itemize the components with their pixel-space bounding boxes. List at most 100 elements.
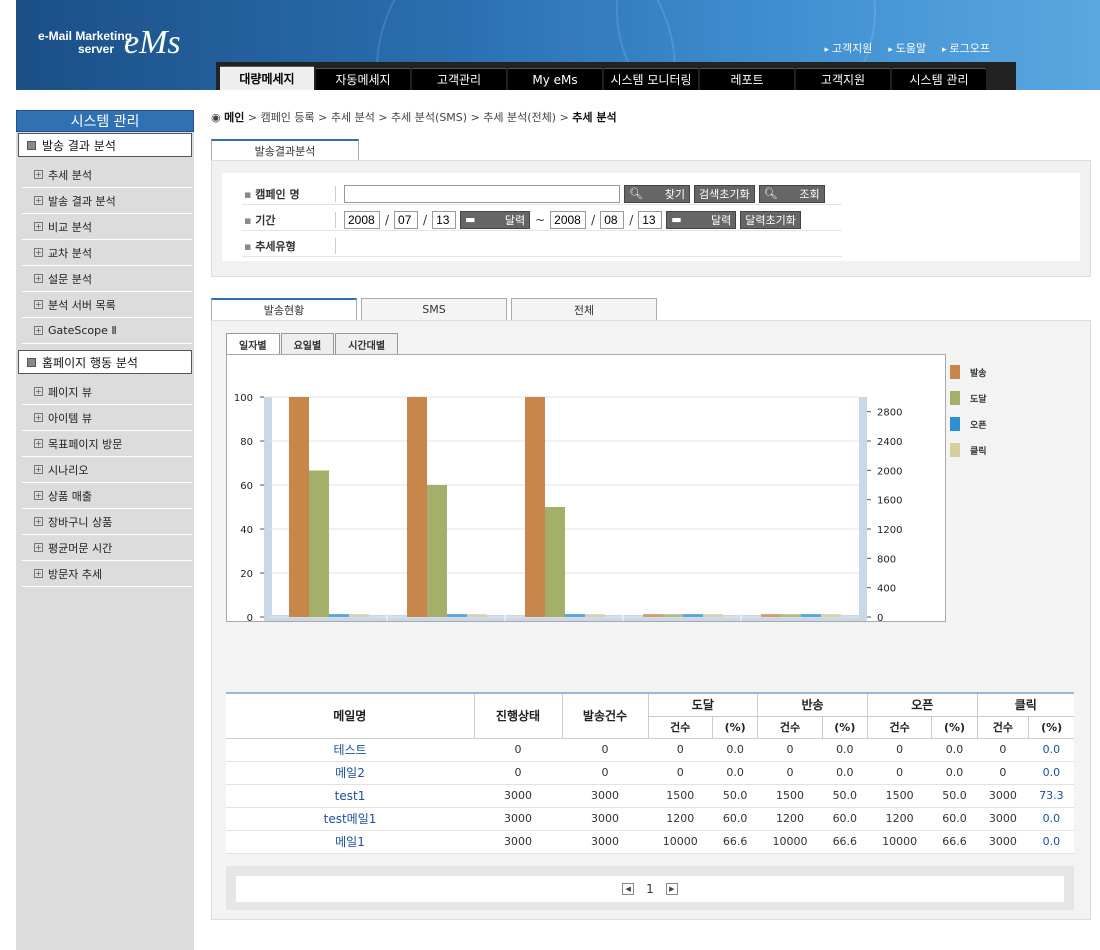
table-row: 메일2 0 0 0 0.0 0 0.0 0 0.0 0 0.0 (226, 761, 1074, 785)
nav-tab-bulk[interactable]: 대량메세지 (220, 66, 314, 90)
sidebar-item-group1-6[interactable]: + GateScope Ⅱ (22, 318, 192, 344)
trend-label: 추세유형 (242, 237, 336, 254)
sidebar-item-group2-5[interactable]: + 장바구니 상품 (22, 509, 192, 535)
sidebar-item-group2-3[interactable]: + 시나리오 (22, 457, 192, 483)
logo[interactable]: e-Mail Marketing server eMs (38, 26, 181, 60)
mail-name-link[interactable]: test메일1 (226, 807, 474, 831)
mail-name-link[interactable]: 메일2 (226, 761, 474, 785)
sidebar-item-group1-5[interactable]: + 분석 서버 목록 (22, 292, 192, 318)
table-cell: 10000 (867, 830, 932, 854)
link-logout[interactable]: 로그오프 (942, 40, 990, 56)
chart-tab-daily[interactable]: 일자별 (226, 333, 280, 355)
from-year-input[interactable] (344, 210, 380, 229)
y-tick-label: 0 (247, 613, 253, 621)
nav-tab-auto[interactable]: 자동메세지 (316, 68, 410, 90)
reset-search-button[interactable]: 검색초기화 (694, 184, 755, 203)
sidebar-item-group2-0[interactable]: + 페이지 뷰 (22, 379, 192, 405)
nav-tab-monitoring[interactable]: 시스템 모니터링 (604, 68, 698, 90)
table-cell: 3000 (977, 807, 1029, 831)
nav-tab-system[interactable]: 시스템 관리 (892, 68, 986, 90)
legend-swatch (950, 417, 960, 431)
prev-page-icon[interactable]: ◀ (622, 883, 635, 895)
plus-icon: + (34, 491, 43, 500)
bar-0 (761, 614, 781, 617)
table-cell: 0.0 (822, 738, 868, 762)
group-label: 발송 결과 분석 (42, 138, 116, 153)
sidebar-item-group1-1[interactable]: + 발송 결과 분석 (22, 188, 192, 214)
bar-2 (683, 614, 703, 617)
find-button[interactable]: 🔍︎ 찾기 (624, 184, 690, 203)
campaign-label: 캠페인 명 (242, 185, 336, 202)
tab-all[interactable]: 전체 (511, 298, 657, 320)
table-cell: 0.0 (931, 761, 978, 785)
plus-icon: + (34, 569, 43, 578)
sidebar-item-group1-3[interactable]: + 교차 분석 (22, 240, 192, 266)
to-year-input[interactable] (550, 210, 587, 229)
mail-name-link[interactable]: 테스트 (226, 738, 474, 762)
chart-tab-hourly[interactable]: 시간대별 (335, 333, 399, 355)
campaign-input[interactable] (344, 184, 620, 203)
calendar-reset-button[interactable]: 달력초기화 (740, 210, 801, 229)
legend-swatch (950, 443, 960, 457)
y-tick-label: 100 (234, 393, 253, 404)
col-mail-name: 메일명 (226, 694, 475, 739)
link-support[interactable]: 고객지원 (824, 40, 872, 56)
tab-send-status[interactable]: 발송현황 (211, 298, 357, 320)
to-month-input[interactable] (600, 210, 625, 229)
tab-sms[interactable]: SMS (361, 298, 507, 320)
sidebar-group-homepage[interactable]: 홈페이지 행동 분석 (18, 350, 192, 374)
bar-3 (349, 614, 369, 617)
table-cell: 10000 (648, 830, 713, 854)
page-number[interactable]: 1 (646, 882, 654, 896)
nav-tab-myems[interactable]: My eMs (508, 68, 602, 90)
legend-label: 오픈 (970, 420, 987, 431)
query-button[interactable]: 🔍︎ 조회 (758, 184, 825, 203)
sidebar-item-group2-7[interactable]: + 방문자 추세 (22, 561, 192, 587)
bar-2 (565, 614, 585, 617)
nav-tab-customer[interactable]: 고객관리 (412, 68, 506, 90)
tab-send-result-analysis[interactable]: 발송결과분석 (211, 139, 359, 161)
click-pct-link[interactable]: 0.0 (1028, 830, 1074, 854)
next-page-icon[interactable]: ▶ (665, 883, 678, 895)
nav-tab-report[interactable]: 레포트 (700, 68, 794, 90)
query-label: 조회 (799, 187, 820, 201)
col-click: 클릭 (977, 694, 1074, 717)
click-pct-link[interactable]: 0.0 (1028, 807, 1074, 831)
y-axis-wall (264, 397, 272, 623)
table-row: 테스트 0 0 0 0.0 0 0.0 0 0.0 0 0.0 (226, 738, 1074, 762)
sidebar-item-group1-2[interactable]: + 비교 분석 (22, 214, 192, 240)
legend-label: 발송 (970, 368, 987, 379)
result-table: 메일명 진행상태 발송건수 도달 반송 오픈 클릭 건수 (%) 건수 (%) 건수 (%… (226, 692, 1074, 854)
to-day-input[interactable] (638, 210, 663, 229)
sidebar-item-group2-2[interactable]: + 목표페이지 방문 (22, 431, 192, 457)
mail-name-link[interactable]: test1 (226, 784, 474, 808)
y-tick-label: 80 (240, 437, 253, 448)
from-month-input[interactable] (394, 210, 419, 229)
nav-tab-support[interactable]: 고객지원 (796, 68, 890, 90)
to-calendar-button[interactable]: ▬ 달력 (666, 210, 737, 229)
sidebar-item-group1-4[interactable]: + 설문 분석 (22, 266, 192, 292)
from-day-input[interactable] (432, 210, 457, 229)
table-cell: 0 (474, 761, 562, 785)
table-cell: 60.0 (931, 807, 978, 831)
chart-tab-weekday[interactable]: 요일별 (280, 333, 335, 355)
breadcrumb-home[interactable]: 메인 (224, 111, 244, 124)
plus-icon: + (34, 170, 43, 179)
from-calendar-button[interactable]: ▬ 달력 (460, 210, 531, 229)
col-count: 건수 (977, 716, 1030, 739)
sidebar-item-group2-1[interactable]: + 아이템 뷰 (22, 405, 192, 431)
mail-name-link[interactable]: 메일1 (226, 830, 474, 854)
click-pct-link[interactable]: 0.0 (1028, 738, 1074, 762)
sidebar-item-label: 발송 결과 분석 (48, 194, 116, 208)
sidebar-item-group2-4[interactable]: + 상품 매출 (22, 483, 192, 509)
click-pct-link[interactable]: 73.3 (1028, 784, 1074, 808)
table-cell: 0 (757, 761, 823, 785)
sidebar-item-group2-6[interactable]: + 평균머문 시간 (22, 535, 192, 561)
table-cell: 0.0 (712, 761, 758, 785)
link-help[interactable]: 도움말 (888, 40, 926, 56)
col-sent: 발송건수 (562, 694, 649, 739)
click-pct-link[interactable]: 0.0 (1028, 761, 1074, 785)
sidebar-item-group1-0[interactable]: + 추세 분석 (22, 162, 192, 188)
sidebar-group-send-result[interactable]: 발송 결과 분석 (18, 133, 192, 157)
plus-icon: + (34, 300, 43, 309)
